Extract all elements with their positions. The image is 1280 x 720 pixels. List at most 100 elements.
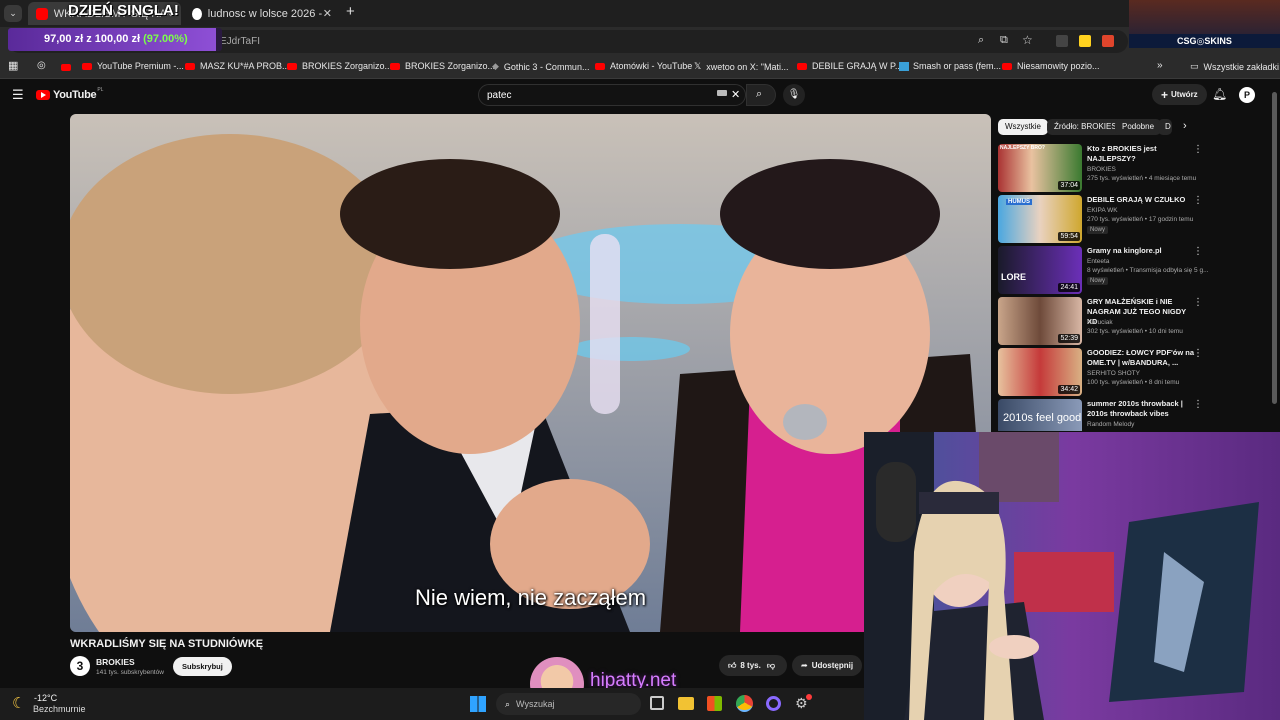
new-tab-button[interactable]: + <box>346 3 355 20</box>
page-scrollbar[interactable] <box>1272 92 1277 404</box>
bookmark-item[interactable]: YouTube Premium -... <box>82 61 184 71</box>
video-frame <box>70 114 991 632</box>
bookmark-star-icon[interactable]: ☆ <box>1022 33 1033 47</box>
file-explorer-icon[interactable] <box>678 697 694 710</box>
cast-icon[interactable]: ⧉ <box>1000 34 1008 47</box>
more-options-icon[interactable]: ⋮ <box>1193 399 1203 410</box>
extension-icon[interactable] <box>1079 35 1091 47</box>
taskbar-search[interactable]: ⌕ Wyszukaj <box>496 693 641 715</box>
bookmark-item[interactable]: ◆ Gothic 3 - Commun... <box>492 61 589 72</box>
bookmark-item[interactable]: DEBILE GRAJĄ W P... <box>797 61 902 71</box>
more-options-icon[interactable]: ⋮ <box>1193 297 1203 308</box>
like-icon[interactable]: 👍︎ <box>728 661 736 671</box>
chrome-icon[interactable]: ◎ <box>37 60 46 71</box>
more-bookmarks-icon[interactable]: » <box>1157 60 1163 71</box>
notifications-bell-icon[interactable]: 🔔︎ <box>1212 87 1227 101</box>
video-channel: Naruciak <box>1087 319 1113 326</box>
video-meta: 302 tys. wyświetleń • 10 dni temu <box>1087 328 1183 335</box>
bookmark-item[interactable]: MASZ KU*#A PROB... <box>185 61 290 71</box>
sponsor-overlay: CSG◎SKINS <box>1129 0 1280 48</box>
donation-goal-amount: 97,00 zł z 100,00 zł <box>44 33 141 45</box>
gothic-icon: ◆ <box>492 61 499 71</box>
channel-avatar[interactable]: 3 <box>70 656 90 676</box>
more-options-icon[interactable]: ⋮ <box>1193 348 1203 359</box>
bookmark-item[interactable]: Smash or pass (fem... <box>899 61 1001 71</box>
more-options-icon[interactable]: ⋮ <box>1193 246 1203 257</box>
share-button[interactable]: ➦ Udostępnij <box>792 655 863 676</box>
video-meta: 275 tys. wyświetleń • 4 miesiące temu <box>1087 175 1197 182</box>
webcam-frame <box>864 432 1280 720</box>
apps-grid-icon[interactable]: ▦ <box>8 59 18 72</box>
youtube-bookmark-icon[interactable] <box>61 64 71 71</box>
donation-goal-bar: 97,00 zł z 100,00 zł (97.00%) <box>8 28 222 51</box>
share-icon: ➦ <box>801 661 808 670</box>
zoom-icon[interactable]: ⌕ <box>978 34 984 47</box>
youtube-icon <box>390 62 400 70</box>
recommended-video[interactable]: NAJLEPSZY BRO? 37:04 Kto z BROKIES jest … <box>998 144 1208 192</box>
search-button[interactable]: ⌕ <box>746 84 776 106</box>
chevron-right-icon[interactable]: › <box>1183 120 1187 132</box>
microphone-icon[interactable]: 🎙 <box>783 84 805 106</box>
clear-search-icon[interactable]: ✕ <box>731 88 740 101</box>
channel-name[interactable]: BROKIES <box>96 657 135 667</box>
new-badge: Nowy <box>1087 226 1109 234</box>
create-button[interactable]: + Utwórz <box>1152 84 1207 105</box>
extension-icon[interactable] <box>1056 35 1068 47</box>
video-channel: SERHITO SHOTY <box>1087 370 1140 377</box>
video-thumbnail: 34:42 <box>998 348 1082 396</box>
chip-related[interactable]: Podobne <box>1115 119 1162 135</box>
bookmarks-bar: ▦ ◎ YouTube Premium -... MASZ KU*#A PROB… <box>0 56 1280 79</box>
bookmark-item[interactable]: BROKIES Zorganizo... <box>390 61 495 71</box>
bookmark-item[interactable]: Atomówki - YouTube <box>595 61 692 71</box>
task-view-icon[interactable] <box>650 696 664 710</box>
avatar[interactable]: P <box>1239 87 1255 103</box>
video-title: summer 2010s throwback | 2010s throwback… <box>1087 399 1183 418</box>
sponsor-logo: CSG◎SKINS <box>1177 36 1232 46</box>
subscribe-button[interactable]: Subskrybuj <box>173 657 232 676</box>
video-subtitle: Nie wiem, nie zacząłem <box>414 585 647 610</box>
dislike-icon[interactable]: 👎︎ <box>767 661 775 671</box>
recommended-video[interactable]: 34:42 GOODIEZ: ŁOWCY PDF'ów na OME.TV | … <box>998 348 1208 396</box>
microsoft-store-icon[interactable] <box>707 696 722 711</box>
new-badge: Nowy <box>1087 277 1109 285</box>
tab-inactive[interactable]: ludnosc w lolsce 2026 - Szukaj ✕ <box>184 2 340 25</box>
menu-icon[interactable]: ☰ <box>12 87 24 103</box>
browser-tab-bar: ⌄ WKRADLIŚMY SIĘ NA ST ✕ ludnosc w lolsc… <box>0 0 1280 27</box>
recommended-video[interactable]: HUMUS 59:54 DEBILE GRAJĄ W CZUŁKO EKIPA … <box>998 195 1208 243</box>
chrome-taskbar-icon[interactable] <box>736 695 753 712</box>
notification-dot-icon <box>806 694 812 700</box>
recommended-video[interactable]: 2010s feel good summer 2010s throwback |… <box>998 399 1208 431</box>
banner-title: DZIEŃ SINGLA! <box>68 2 179 19</box>
video-meta: 8 wyświetleń • Transmisja odbyła się 5 g… <box>1087 267 1209 274</box>
bookmark-item[interactable]: 𝕏xwetoo on X: "Mati... <box>694 61 789 72</box>
weather-temperature[interactable]: -12°C <box>34 693 57 703</box>
subscriber-count: 141 tys. subskrybentów <box>96 669 164 676</box>
weather-moon-icon[interactable]: ☾ <box>12 694 25 712</box>
more-options-icon[interactable]: ⋮ <box>1193 144 1203 155</box>
youtube-icon <box>797 62 807 70</box>
more-options-icon[interactable]: ⋮ <box>1193 195 1203 206</box>
all-bookmarks-folder[interactable]: ▭ Wszystkie zakładki <box>1190 61 1279 72</box>
chip-source[interactable]: Źródło: BROKIES <box>1047 119 1124 135</box>
video-thumbnail: 52:39 <box>998 297 1082 345</box>
plus-icon: + <box>1161 87 1169 102</box>
weather-description: Bezchmurnie <box>33 704 86 714</box>
windows-start-icon[interactable] <box>470 696 486 712</box>
app-ring-icon[interactable] <box>766 696 781 711</box>
like-count[interactable]: 8 tys. <box>740 661 760 670</box>
chip-more[interactable]: D <box>1158 119 1172 135</box>
chip-all[interactable]: Wszystkie <box>998 119 1048 135</box>
recommended-video[interactable]: LORE 24:41 Gramy na kinglore.pl Enteeta … <box>998 246 1209 294</box>
tab-list-button[interactable]: ⌄ <box>4 5 22 22</box>
extension-icon[interactable] <box>1102 35 1114 47</box>
bookmark-item[interactable]: Niesamowity pozio... <box>1002 61 1100 71</box>
recommended-video[interactable]: 52:39 GRY MAŁŻEŃSKIE i NIE NAGRAM JUŻ TE… <box>998 297 1208 345</box>
youtube-logo[interactable]: YouTube PL <box>36 87 103 101</box>
picture-icon <box>899 61 909 71</box>
video-player[interactable]: Nie wiem, nie zacząłem <box>70 114 991 632</box>
youtube-icon <box>185 62 195 70</box>
bookmark-item[interactable]: BROKIES Zorganizo... <box>287 61 392 71</box>
keyboard-icon[interactable] <box>717 90 727 96</box>
search-input[interactable]: patec ✕ <box>478 84 746 106</box>
close-tab-icon[interactable]: ✕ <box>323 7 332 20</box>
